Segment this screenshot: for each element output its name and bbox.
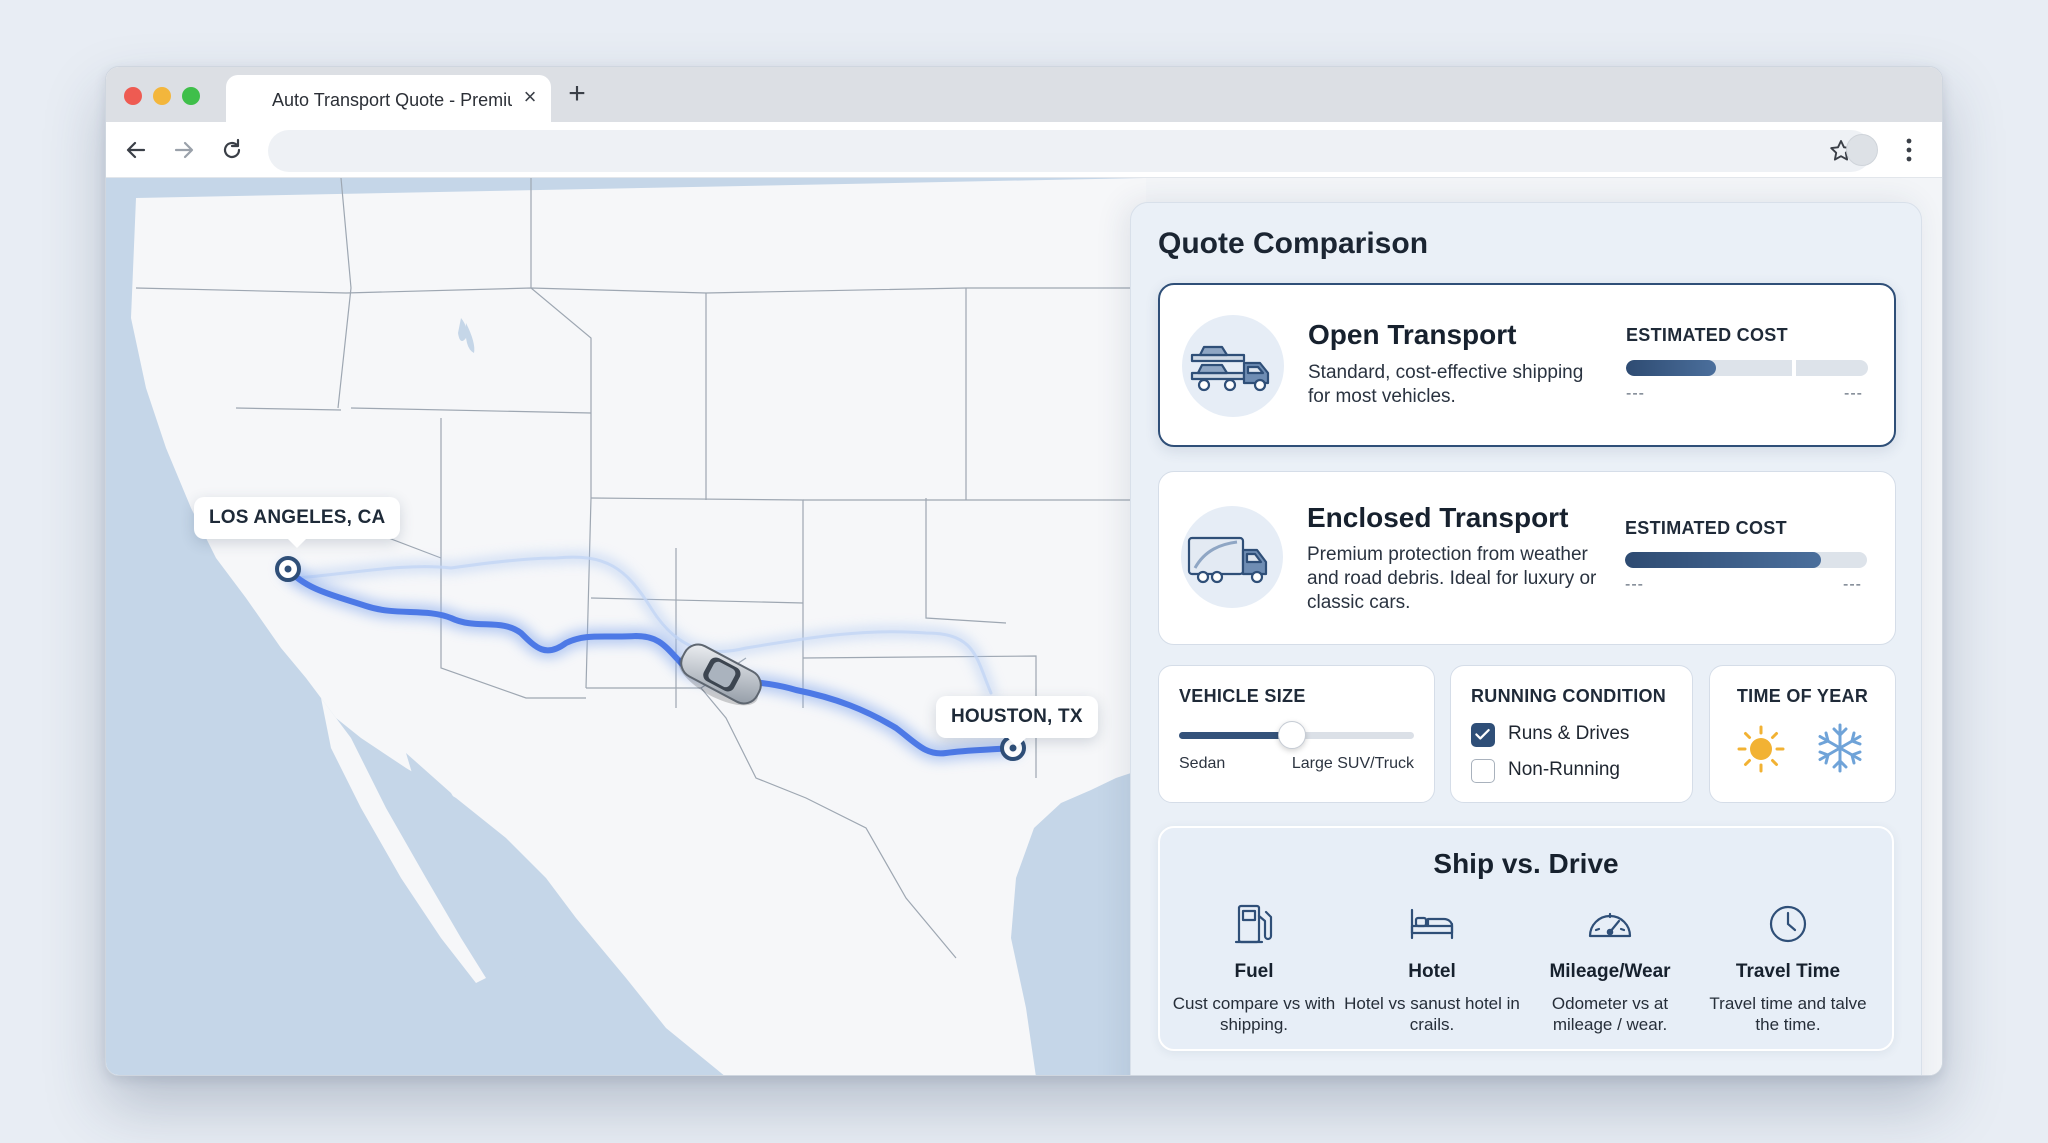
time-of-year-box: TIME OF YEAR [1709, 665, 1896, 803]
vehicle-size-min-label: Sedan [1179, 755, 1226, 772]
non-running-option[interactable]: Non-Running [1471, 758, 1681, 784]
enclosed-transport-card[interactable]: Enclosed Transport Premium protection fr… [1158, 471, 1896, 645]
fuel-item: Fuel Cust compare vs with shipping. [1165, 900, 1343, 1035]
tab-bar: Auto Transport Quote - Premium × + [106, 67, 1942, 122]
forward-arrow-icon[interactable] [170, 136, 198, 164]
speedometer-icon [1588, 912, 1632, 938]
enclosed-cost-bar-fill [1625, 552, 1822, 568]
back-arrow-icon[interactable] [122, 136, 150, 164]
mileage-wear-label: Mileage/Wear [1549, 961, 1671, 982]
sun-icon[interactable] [1736, 724, 1786, 774]
enclosed-cost-bar [1625, 552, 1867, 568]
browser-toolbar [106, 122, 1942, 178]
address-bar[interactable] [268, 130, 1872, 172]
time-of-year-title: TIME OF YEAR [1736, 686, 1869, 706]
hotel-label: Hotel [1408, 961, 1456, 982]
mileage-wear-description: Odometer vs at mileage / wear. [1551, 994, 1669, 1034]
runs-drives-label: Runs & Drives [1508, 723, 1630, 744]
travel-time-item: Travel Time Travel time and talve the ti… [1699, 900, 1877, 1035]
open-carrier-icon-wrap [1182, 315, 1284, 417]
snowflake-icon[interactable] [1814, 722, 1866, 774]
open-range-high: --- [1844, 385, 1863, 402]
fuel-pump-icon [1234, 904, 1273, 944]
browser-window: Auto Transport Quote - Premium × + LOS A… [105, 66, 1943, 1076]
enclosed-truck-icon [1187, 536, 1268, 584]
hotel-description: Hotel vs sanust hotel in crails. [1344, 994, 1520, 1034]
new-tab-button[interactable]: + [562, 79, 592, 109]
enclosed-range-low: --- [1625, 576, 1644, 593]
vehicle-size-max-label: Large SUV/Truck [1291, 755, 1414, 772]
origin-pin[interactable] [275, 556, 301, 582]
runs-drives-checkbox[interactable] [1471, 723, 1495, 747]
ship-vs-drive-section: Ship vs. Drive Fuel Cust compare vs with… [1158, 826, 1894, 1051]
quote-panel: Quote Comparison Open Transport Standard… [1130, 202, 1922, 1075]
non-running-checkbox[interactable] [1471, 759, 1495, 783]
panel-title: Quote Comparison [1158, 227, 1429, 260]
bar-divider [1792, 360, 1796, 376]
enclosed-range-high: --- [1843, 576, 1862, 593]
fuel-description: Cust compare vs with shipping. [1172, 994, 1336, 1034]
tab-close-icon[interactable]: × [518, 85, 542, 109]
vehicle-size-box: VEHICLE SIZE Sedan Large SUV/Truck [1158, 665, 1435, 803]
open-transport-title: Open Transport [1308, 319, 1517, 350]
travel-time-description: Travel time and talve the time. [1709, 994, 1867, 1034]
open-transport-card[interactable]: Open Transport Standard, cost-effective … [1158, 283, 1896, 447]
mileage-wear-item: Mileage/Wear Odometer vs at mileage / we… [1521, 900, 1699, 1035]
maximize-window-button[interactable] [182, 87, 200, 105]
fuel-label: Fuel [1234, 961, 1274, 982]
open-range-low: --- [1626, 385, 1645, 402]
running-condition-title: RUNNING CONDITION [1471, 686, 1667, 706]
route-map[interactable] [106, 178, 1146, 1076]
ship-vs-drive-title: Ship vs. Drive [1433, 848, 1619, 879]
close-window-button[interactable] [124, 87, 142, 105]
car-carrier-truck-icon [1190, 345, 1270, 392]
open-cost-bar-fill [1626, 360, 1716, 376]
travel-time-label: Travel Time [1735, 961, 1841, 982]
reload-icon[interactable] [218, 136, 246, 164]
browser-tab[interactable]: Auto Transport Quote - Premium × [226, 75, 551, 122]
open-cost-label: ESTIMATED COST [1626, 325, 1788, 345]
minimize-window-button[interactable] [153, 87, 171, 105]
page-content: LOS ANGELES, CA HOUSTON, TX Quote Compar… [106, 178, 1942, 1076]
hotel-item: Hotel Hotel vs sanust hotel in crails. [1343, 900, 1521, 1035]
destination-city-label: HOUSTON, TX [936, 696, 1098, 747]
vehicle-size-title: VEHICLE SIZE [1179, 686, 1306, 706]
non-running-label: Non-Running [1508, 759, 1620, 780]
bed-icon [1410, 908, 1454, 940]
origin-city-label: LOS ANGELES, CA [194, 497, 401, 548]
enclosed-transport-title: Enclosed Transport [1307, 502, 1569, 533]
vehicle-size-slider-thumb[interactable] [1277, 721, 1306, 749]
runs-drives-option[interactable]: Runs & Drives [1471, 722, 1681, 748]
open-transport-description: Standard, cost-effective shipping for mo… [1308, 362, 1584, 407]
checkmark-icon [1475, 728, 1490, 740]
profile-avatar[interactable] [1846, 134, 1878, 166]
enclosed-transport-description: Premium protection from weather and road… [1307, 544, 1597, 613]
enclosed-cost-label: ESTIMATED COST [1625, 518, 1787, 538]
enclosed-truck-icon-wrap [1181, 506, 1283, 608]
open-cost-bar [1626, 360, 1868, 376]
vehicle-size-slider-fill [1179, 732, 1292, 739]
kebab-menu-icon[interactable] [1903, 136, 1915, 164]
running-condition-box: RUNNING CONDITION Runs & Drives Non-Runn… [1450, 665, 1693, 803]
clock-icon [1769, 905, 1807, 943]
tab-title: Auto Transport Quote - Premium [272, 90, 512, 110]
